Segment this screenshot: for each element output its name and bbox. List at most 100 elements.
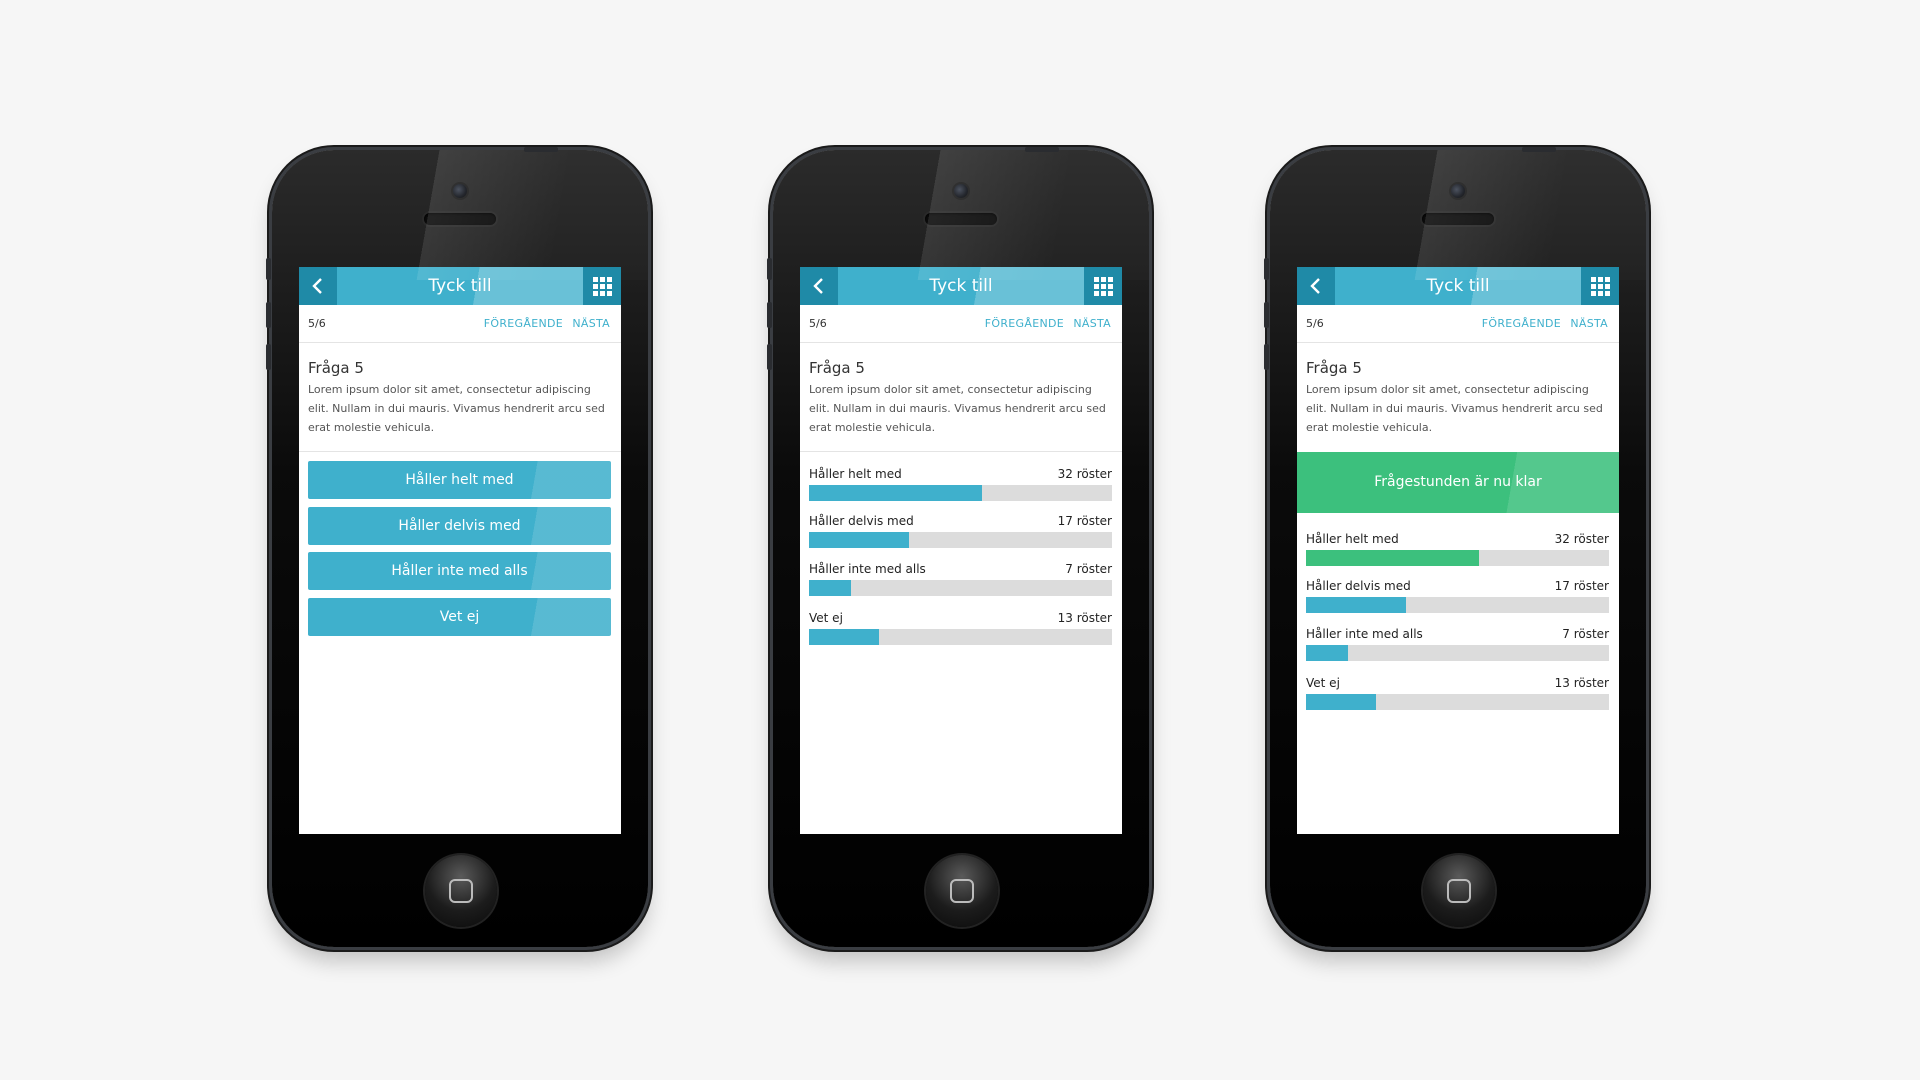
question-navigation: 5/6 FÖREGÅENDE NÄSTA <box>299 305 621 343</box>
question-title: Fråga 5 <box>1306 359 1362 377</box>
result-votes: 7 röster <box>1562 627 1609 641</box>
back-button[interactable] <box>1297 267 1335 305</box>
option-button-agree-partly[interactable]: Håller delvis med <box>308 507 611 545</box>
front-camera <box>954 184 968 198</box>
app-screen: Tyck till 5/6 FÖREGÅENDE NÄSTA Fråga 5 L… <box>800 267 1122 834</box>
result-label: Håller inte med alls <box>809 562 926 576</box>
menu-grid-button[interactable] <box>1581 267 1619 305</box>
result-bar-track <box>809 629 1112 645</box>
question-counter: 5/6 <box>809 317 827 330</box>
front-camera <box>453 184 467 198</box>
result-bar-track <box>809 532 1112 548</box>
home-square-icon <box>449 879 473 903</box>
result-label: Håller helt med <box>809 467 902 481</box>
result-label: Håller delvis med <box>1306 579 1411 593</box>
app-screen: Tyck till 5/6 FÖREGÅENDE NÄSTA Fråga 5 L… <box>299 267 621 834</box>
volume-down-button <box>1264 344 1269 370</box>
app-header: Tyck till <box>800 267 1122 305</box>
option-button-agree-fully[interactable]: Håller helt med <box>308 461 611 499</box>
result-bar-fill <box>1306 597 1406 613</box>
previous-link[interactable]: FÖREGÅENDE <box>1482 305 1561 343</box>
result-bar-track <box>1306 694 1609 710</box>
option-label: Håller delvis med <box>398 518 521 534</box>
question-text: Lorem ipsum dolor sit amet, consectetur … <box>308 383 605 434</box>
page-title: Tyck till <box>929 276 993 296</box>
earpiece-speaker <box>925 213 997 225</box>
app-header: Tyck till <box>299 267 621 305</box>
previous-link[interactable]: FÖREGÅENDE <box>985 305 1064 343</box>
result-bar-fill <box>809 629 879 645</box>
result-bar-fill <box>1306 550 1479 566</box>
result-votes: 13 röster <box>1057 611 1112 625</box>
result-label: Vet ej <box>809 611 843 625</box>
phone-question: Tyck till 5/6 FÖREGÅENDE NÄSTA Fråga 5 L… <box>272 150 648 947</box>
front-camera <box>1451 184 1465 198</box>
result-label: Vet ej <box>1306 676 1340 690</box>
result-votes: 13 röster <box>1554 676 1609 690</box>
result-bar-track <box>809 580 1112 596</box>
volume-down-button <box>767 344 772 370</box>
app-header: Tyck till <box>1297 267 1619 305</box>
previous-link[interactable]: FÖREGÅENDE <box>484 305 563 343</box>
question-title: Fråga 5 <box>809 359 865 377</box>
next-link[interactable]: NÄSTA <box>1073 305 1111 343</box>
power-button <box>1025 147 1059 152</box>
result-votes: 17 röster <box>1057 514 1112 528</box>
menu-grid-button[interactable] <box>1084 267 1122 305</box>
app-screen: Tyck till 5/6 FÖREGÅENDE NÄSTA Fråga 5 L… <box>1297 267 1619 834</box>
option-button-disagree[interactable]: Håller inte med alls <box>308 552 611 590</box>
back-button[interactable] <box>800 267 838 305</box>
back-button[interactable] <box>299 267 337 305</box>
home-square-icon <box>1447 879 1471 903</box>
earpiece-speaker <box>1422 213 1494 225</box>
result-bar-fill <box>809 532 909 548</box>
option-label: Håller helt med <box>405 472 514 488</box>
power-button <box>1522 147 1556 152</box>
result-votes: 32 röster <box>1554 532 1609 546</box>
chevron-left-icon <box>813 278 823 294</box>
option-label: Håller inte med alls <box>391 563 528 579</box>
phone-results: Tyck till 5/6 FÖREGÅENDE NÄSTA Fråga 5 L… <box>773 150 1149 947</box>
result-bar-track <box>809 485 1112 501</box>
result-bar-track <box>1306 645 1609 661</box>
question-text: Lorem ipsum dolor sit amet, consectetur … <box>809 383 1106 434</box>
volume-up-button <box>767 302 772 328</box>
home-button[interactable] <box>926 855 998 927</box>
result-bar-fill <box>809 580 852 596</box>
option-label: Vet ej <box>439 609 480 625</box>
chevron-left-icon <box>312 278 322 294</box>
result-bar-track <box>1306 550 1609 566</box>
mute-switch <box>1264 258 1269 280</box>
phone-finished: Tyck till 5/6 FÖREGÅENDE NÄSTA Fråga 5 L… <box>1270 150 1646 947</box>
question-text: Lorem ipsum dolor sit amet, consectetur … <box>1306 383 1603 434</box>
divider <box>299 451 621 452</box>
result-votes: 7 röster <box>1065 562 1112 576</box>
volume-up-button <box>1264 302 1269 328</box>
result-label: Håller delvis med <box>809 514 914 528</box>
volume-down-button <box>266 344 271 370</box>
home-button[interactable] <box>1423 855 1495 927</box>
home-button[interactable] <box>425 855 497 927</box>
volume-up-button <box>266 302 271 328</box>
question-counter: 5/6 <box>1306 317 1324 330</box>
result-bar-fill <box>1306 694 1376 710</box>
result-label: Håller helt med <box>1306 532 1399 546</box>
result-label: Håller inte med alls <box>1306 627 1423 641</box>
result-bar-fill <box>1306 645 1349 661</box>
menu-grid-button[interactable] <box>583 267 621 305</box>
next-link[interactable]: NÄSTA <box>1570 305 1608 343</box>
page-title: Tyck till <box>428 276 492 296</box>
result-bar-fill <box>809 485 982 501</box>
home-square-icon <box>950 879 974 903</box>
power-button <box>524 147 558 152</box>
earpiece-speaker <box>424 213 496 225</box>
result-votes: 32 röster <box>1057 467 1112 481</box>
banner-text: Frågestunden är nu klar <box>1374 474 1542 490</box>
session-finished-banner: Frågestunden är nu klar <box>1297 452 1619 513</box>
page-title: Tyck till <box>1426 276 1490 296</box>
result-votes: 17 röster <box>1554 579 1609 593</box>
result-bar-track <box>1306 597 1609 613</box>
chevron-left-icon <box>1310 278 1320 294</box>
next-link[interactable]: NÄSTA <box>572 305 610 343</box>
option-button-dont-know[interactable]: Vet ej <box>308 598 611 636</box>
